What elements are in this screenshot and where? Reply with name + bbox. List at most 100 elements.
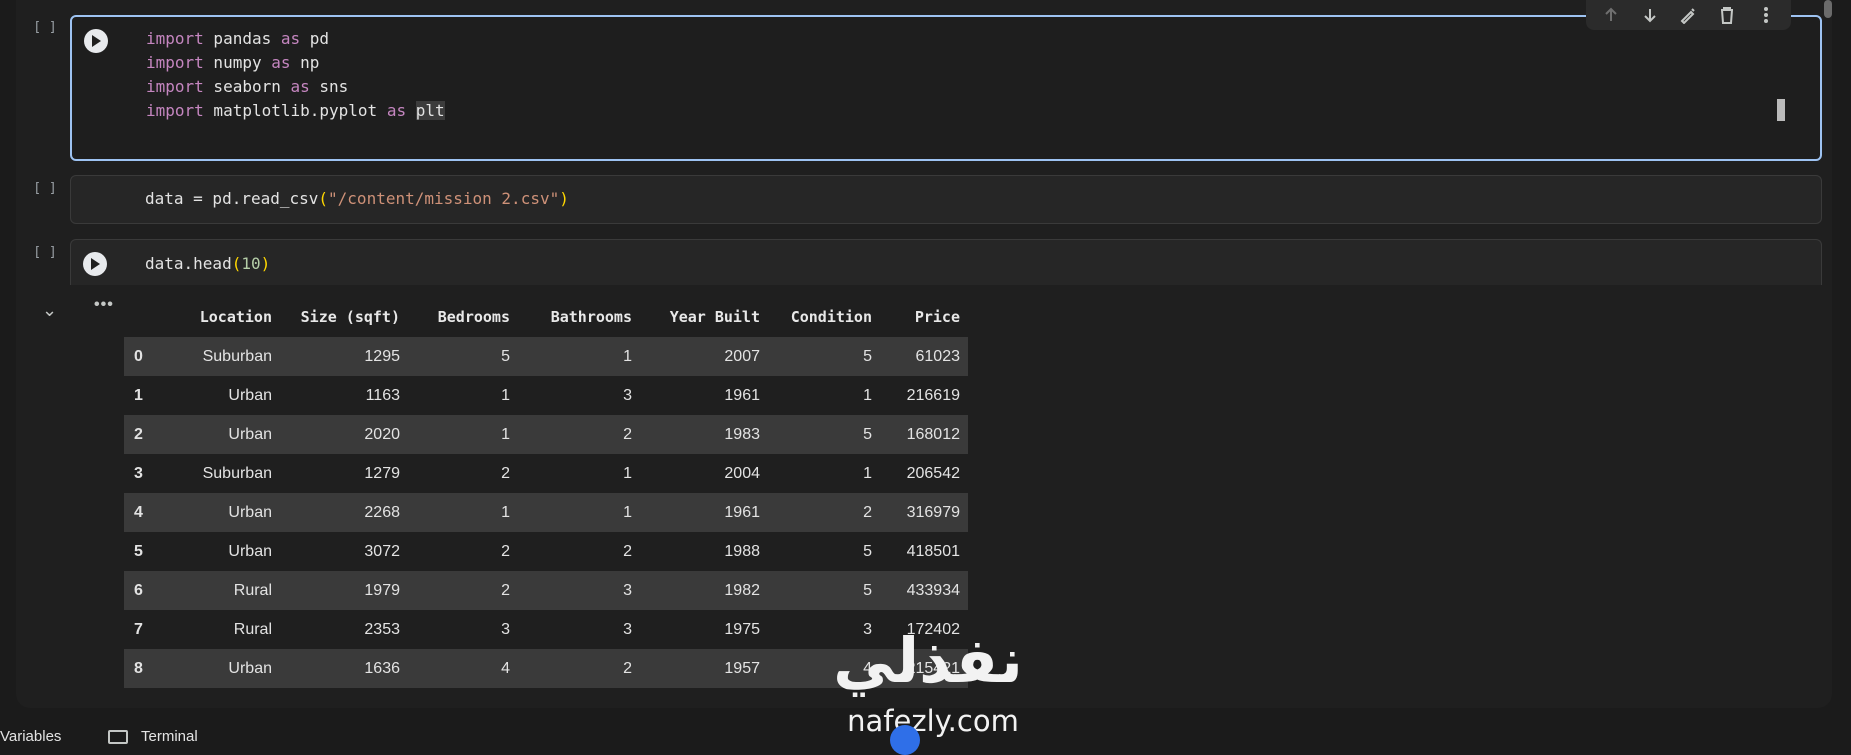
- table-cell: 216619: [880, 376, 968, 415]
- row-index: 8: [124, 649, 170, 688]
- code-editor-head[interactable]: data.head(10): [145, 252, 270, 276]
- column-header: Bedrooms: [437, 308, 510, 326]
- table-cell: 2353: [280, 610, 408, 649]
- table-cell: Suburban: [170, 337, 280, 376]
- column-header: Year Built: [669, 308, 760, 326]
- table-cell: 1: [768, 376, 880, 415]
- table-header-row: Location Size (sqft) Bedrooms Bathrooms Year…: [124, 297, 968, 337]
- table-cell: 5: [768, 337, 880, 376]
- column-header: Size (sqft): [300, 308, 400, 326]
- watermark-latin: nafezly.com: [847, 704, 1019, 738]
- variables-tab[interactable]: Variables: [0, 728, 61, 745]
- table-cell: 3: [518, 610, 640, 649]
- table-cell: 1: [408, 376, 518, 415]
- cell-toolbar: [1586, 0, 1791, 30]
- row-index: 0: [124, 337, 170, 376]
- code-line-3: import seaborn as sns: [146, 77, 349, 96]
- collapse-output-icon[interactable]: ⌄: [42, 300, 57, 321]
- table-cell: 2: [408, 532, 518, 571]
- row-index: 7: [124, 610, 170, 649]
- code-line-2: import numpy as np: [146, 53, 320, 72]
- table-cell: 3: [408, 610, 518, 649]
- table-cell: 1988: [640, 532, 768, 571]
- table-cell: 316979: [880, 493, 968, 532]
- table-cell: 3072: [280, 532, 408, 571]
- notebook-scrollbar[interactable]: [1824, 0, 1832, 18]
- table-cell: 5: [768, 571, 880, 610]
- exec-count-2: [ ]: [33, 181, 57, 196]
- table-cell: 2020: [280, 415, 408, 454]
- table-cell: 2: [518, 649, 640, 688]
- table-cell: 206542: [880, 454, 968, 493]
- row-index: 3: [124, 454, 170, 493]
- index-header: [124, 297, 170, 337]
- table-cell: 1975: [640, 610, 768, 649]
- row-index: 1: [124, 376, 170, 415]
- code-line-4: import matplotlib.pyplot as plt: [146, 101, 445, 120]
- table-cell: 61023: [880, 337, 968, 376]
- table-cell: 2007: [640, 337, 768, 376]
- code-line-1: import pandas as pd: [146, 29, 330, 48]
- table-cell: 1: [408, 415, 518, 454]
- editor-scrollbar-marker: [1777, 99, 1785, 121]
- table-cell: 1979: [280, 571, 408, 610]
- table-row: 2 Urban 2020 1 2 1983 5 168012: [124, 415, 968, 454]
- table-cell: 3: [518, 376, 640, 415]
- table-cell: 418501: [880, 532, 968, 571]
- terminal-tab[interactable]: Terminal: [141, 728, 198, 745]
- table-cell: 433934: [880, 571, 968, 610]
- table-row: 5 Urban 3072 2 2 1988 5 418501: [124, 532, 968, 571]
- notebook-area: [ ] import pandas as pd import numpy as …: [16, 0, 1832, 708]
- table-cell: 3: [518, 571, 640, 610]
- more-vert-icon[interactable]: [1755, 4, 1777, 26]
- edit-icon[interactable]: [1677, 4, 1699, 26]
- table-cell: 1: [768, 454, 880, 493]
- table-cell: 1983: [640, 415, 768, 454]
- table-row: 0 Suburban 1295 5 1 2007 5 61023: [124, 337, 968, 376]
- row-index: 4: [124, 493, 170, 532]
- code-editor-imports[interactable]: import pandas as pd import numpy as np i…: [146, 27, 445, 123]
- table-cell: 2: [768, 493, 880, 532]
- watermark-dot: [890, 725, 920, 755]
- arrow-down-icon[interactable]: [1639, 4, 1661, 26]
- row-index: 6: [124, 571, 170, 610]
- column-header: Location: [199, 308, 272, 326]
- table-cell: 5: [408, 337, 518, 376]
- table-cell: 5: [768, 532, 880, 571]
- terminal-icon: [108, 730, 128, 744]
- table-cell: 2: [408, 571, 518, 610]
- table-row: 6 Rural 1979 2 3 1982 5 433934: [124, 571, 968, 610]
- table-cell: 1961: [640, 493, 768, 532]
- delete-icon[interactable]: [1716, 4, 1738, 26]
- column-header: Condition: [790, 308, 872, 326]
- code-cell-imports[interactable]: import pandas as pd import numpy as np i…: [70, 15, 1822, 161]
- column-header: Price: [914, 308, 960, 326]
- watermark-arabic: نفذلي: [833, 624, 1023, 697]
- table-cell: 1279: [280, 454, 408, 493]
- column-header: Bathrooms: [550, 308, 632, 326]
- table-row: 4 Urban 2268 1 1 1961 2 316979: [124, 493, 968, 532]
- table-cell: Urban: [170, 415, 280, 454]
- table-cell: 2: [518, 415, 640, 454]
- arrow-up-icon[interactable]: [1600, 4, 1622, 26]
- table-cell: 2268: [280, 493, 408, 532]
- table-cell: Suburban: [170, 454, 280, 493]
- table-cell: 4: [408, 649, 518, 688]
- table-cell: 1: [408, 493, 518, 532]
- code-cell-head[interactable]: data.head(10): [70, 239, 1822, 289]
- table-cell: 1295: [280, 337, 408, 376]
- exec-count-1: [ ]: [33, 20, 57, 35]
- table-cell: 1982: [640, 571, 768, 610]
- table-cell: 1961: [640, 376, 768, 415]
- exec-count-3: [ ]: [33, 245, 57, 260]
- run-cell-button[interactable]: [83, 252, 107, 276]
- run-cell-button[interactable]: [84, 29, 108, 53]
- code-cell-read-csv[interactable]: data = pd.read_csv("/content/mission 2.c…: [70, 175, 1822, 224]
- table-cell: 1: [518, 454, 640, 493]
- code-editor-read-csv[interactable]: data = pd.read_csv("/content/mission 2.c…: [145, 187, 569, 211]
- table-cell: 2004: [640, 454, 768, 493]
- play-icon: [92, 35, 101, 47]
- table-cell: 2: [408, 454, 518, 493]
- output-actions-icon[interactable]: •••: [94, 296, 114, 314]
- row-index: 5: [124, 532, 170, 571]
